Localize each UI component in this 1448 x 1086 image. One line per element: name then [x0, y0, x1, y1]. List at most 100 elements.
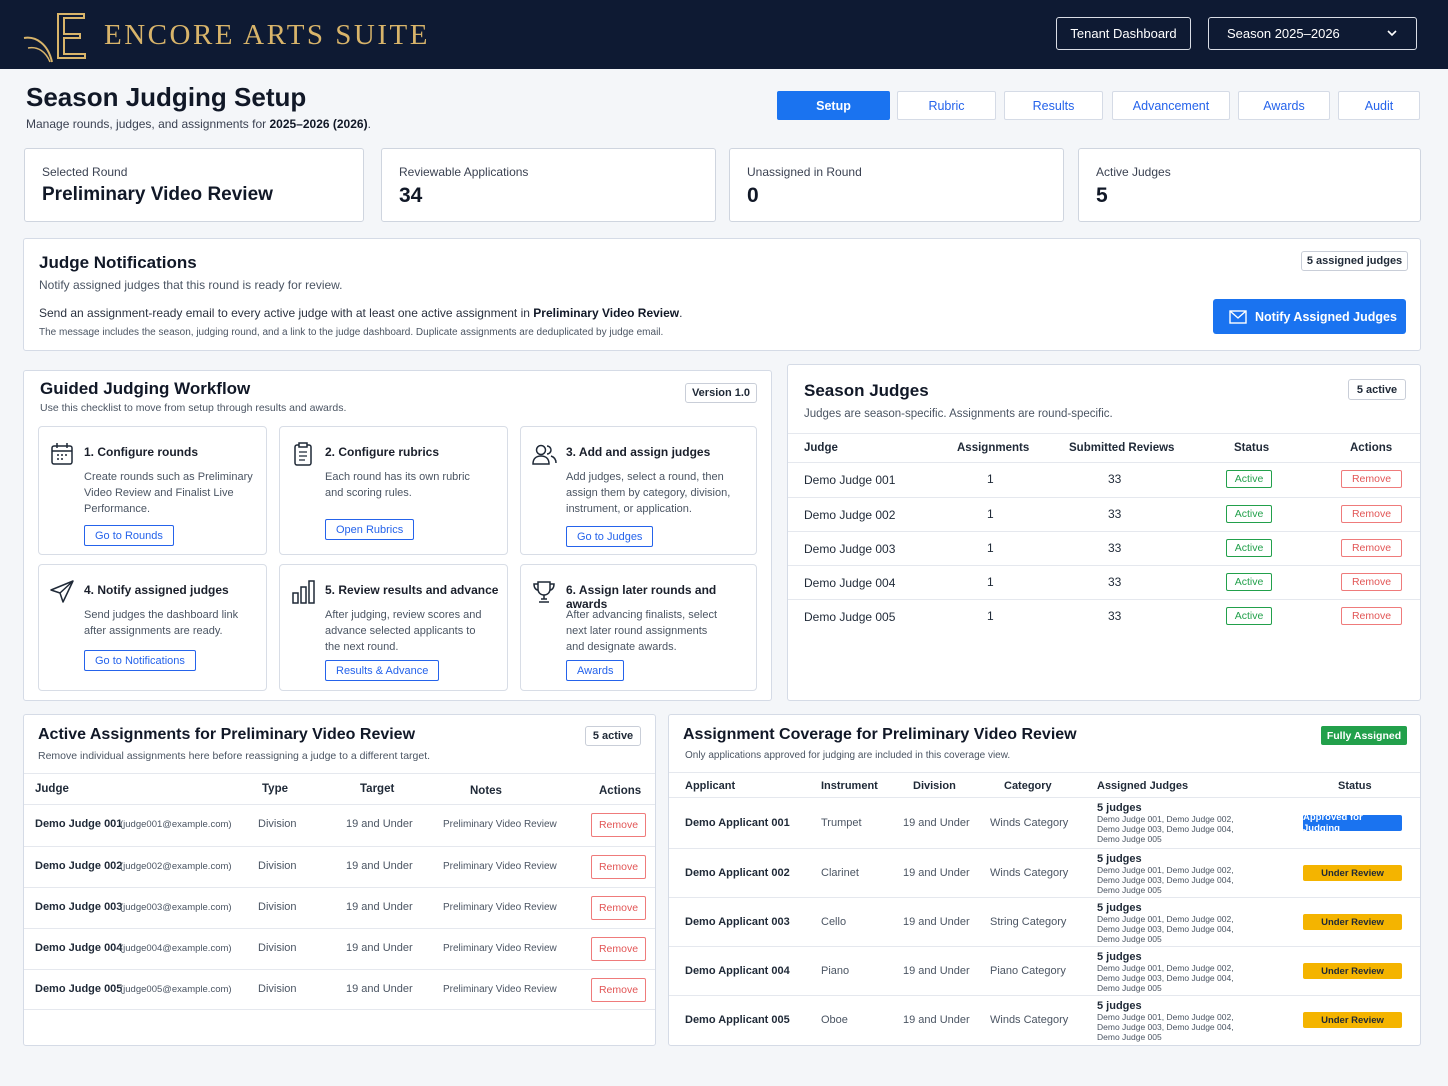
awards-button[interactable]: Awards [566, 660, 625, 681]
guided-workflow-panel: Guided Judging Workflow Use this checkli… [23, 370, 772, 701]
assignment-target: 19 and Under [346, 860, 413, 872]
remove-button[interactable]: Remove [1341, 539, 1402, 557]
tab-awards[interactable]: Awards [1238, 91, 1330, 120]
step-description: Create rounds such as Preliminary Video R… [84, 471, 253, 515]
assignment-notes: Preliminary Video Review [443, 819, 557, 830]
table-row: Demo Judge 001 (judge001@example.com) Di… [24, 805, 655, 846]
remove-assignment-button[interactable]: Remove [591, 937, 646, 961]
tab-audit[interactable]: Audit [1338, 91, 1420, 120]
submitted-count: 33 [1108, 507, 1122, 521]
workflow-version-badge: Version 1.0 [685, 383, 757, 403]
go-to-judges-button[interactable]: Go to Judges [566, 526, 654, 547]
status-badge: Active [1226, 505, 1272, 523]
judge-name: Demo Judge 005 [35, 983, 123, 995]
tab-setup[interactable]: Setup [777, 91, 890, 120]
assigned-judges-list: Demo Judge 001, Demo Judge 002, Demo Judg… [1097, 914, 1234, 944]
column-header: Target [360, 783, 395, 795]
calendar-icon [51, 443, 73, 465]
workflow-step-2: 2. Configure rubrics Each round has its … [279, 426, 508, 555]
stat-selected-round: Selected Round Preliminary Video Review [24, 148, 364, 222]
remove-assignment-button[interactable]: Remove [591, 813, 646, 837]
column-header: Assigned Judges [1097, 780, 1189, 792]
assignment-target: 19 and Under [346, 983, 413, 995]
judge-email: (judge005@example.com) [120, 984, 232, 995]
instrument: Cello [821, 916, 847, 928]
stat-reviewable-applications: Reviewable Applications 34 [381, 148, 716, 222]
tab-rubric[interactable]: Rubric [897, 91, 996, 120]
season-judges-badge: 5 active [1348, 379, 1406, 400]
results-advance-button[interactable]: Results & Advance [325, 660, 440, 681]
instrument: Trumpet [821, 817, 862, 829]
top-bar: ENCORE ARTS SUITE Tenant Dashboard Seaso… [0, 0, 1448, 69]
notifications-title: Judge Notifications [39, 253, 197, 272]
column-header: Type [262, 783, 288, 795]
workflow-subtitle: Use this checklist to move from setup th… [40, 402, 347, 414]
submitted-count: 33 [1108, 575, 1122, 589]
season-select[interactable]: Season 2025–2026 [1208, 17, 1417, 50]
users-icon [532, 444, 557, 465]
assignment-notes: Preliminary Video Review [443, 861, 557, 872]
division: 19 and Under [903, 867, 970, 879]
stat-value: 34 [399, 184, 423, 207]
bar-chart-icon [292, 580, 315, 604]
assignment-count: 1 [987, 609, 994, 623]
remove-button[interactable]: Remove [1341, 505, 1402, 523]
remove-assignment-button[interactable]: Remove [591, 978, 646, 1002]
category: Winds Category [990, 817, 1069, 829]
tab-advancement[interactable]: Advancement [1112, 91, 1230, 120]
remove-assignment-button[interactable]: Remove [591, 896, 646, 920]
column-header: Assignments [957, 442, 1030, 454]
column-header: Submitted Reviews [1069, 442, 1175, 454]
notifications-body: Send an assignment-ready email to every … [39, 306, 683, 320]
remove-button[interactable]: Remove [1341, 607, 1402, 625]
stat-label: Unassigned in Round [747, 165, 862, 179]
status-badge: Under Review [1303, 865, 1402, 881]
go-to-rounds-button[interactable]: Go to Rounds [84, 525, 174, 546]
submitted-count: 33 [1108, 609, 1122, 623]
notify-assigned-judges-button[interactable]: Notify Assigned Judges [1213, 299, 1406, 334]
category: Winds Category [990, 867, 1069, 879]
clipboard-icon [294, 442, 312, 466]
status-badge: Under Review [1303, 1012, 1402, 1028]
status-badge: Active [1226, 539, 1272, 557]
assignment-count: 1 [987, 541, 994, 555]
column-header: Instrument [821, 780, 878, 792]
status-badge: Active [1226, 607, 1272, 625]
workflow-step-1: 1. Configure rounds Create rounds such a… [38, 426, 267, 555]
tab-results[interactable]: Results [1004, 91, 1103, 120]
open-rubrics-button[interactable]: Open Rubrics [325, 519, 415, 540]
assignment-count: 1 [987, 575, 994, 589]
notifications-subtitle: Notify assigned judges that this round i… [39, 278, 343, 292]
division: 19 and Under [903, 1014, 970, 1026]
brand-name: ENCORE ARTS SUITE [104, 19, 430, 51]
notify-button-label: Notify Assigned Judges [1255, 309, 1397, 324]
stat-active-judges: Active Judges 5 [1078, 148, 1421, 222]
active-assignments-subtitle: Remove individual assignments here befor… [38, 750, 431, 762]
assignment-target: 19 and Under [346, 818, 413, 830]
column-header: Judge [804, 442, 838, 454]
column-header: Actions [599, 785, 642, 797]
assigned-judges-count: 5 judges [1097, 1000, 1142, 1012]
remove-button[interactable]: Remove [1341, 470, 1402, 488]
assigned-judges-badge: 5 assigned judges [1301, 251, 1408, 271]
table-row: Demo Applicant 005 Oboe 19 and Under Win… [669, 995, 1420, 1044]
go-to-notifications-button[interactable]: Go to Notifications [84, 650, 196, 671]
remove-button[interactable]: Remove [1341, 573, 1402, 591]
category: String Category [990, 916, 1067, 928]
chevron-down-icon [1387, 30, 1397, 37]
judge-email: (judge001@example.com) [120, 819, 232, 830]
submitted-count: 33 [1108, 472, 1122, 486]
judge-notifications-panel: Judge Notifications Notify assigned judg… [23, 238, 1421, 351]
assignment-type: Division [258, 818, 297, 830]
page-subtitle: Manage rounds, judges, and assignments f… [26, 117, 371, 131]
assignment-coverage-panel: Assignment Coverage for Preliminary Vide… [668, 714, 1421, 1046]
remove-assignment-button[interactable]: Remove [591, 855, 646, 879]
status-badge: Approved for Judging [1303, 812, 1402, 834]
tenant-dashboard-button[interactable]: Tenant Dashboard [1056, 17, 1191, 50]
workflow-step-6: 6. Assign later rounds and awards After … [520, 564, 757, 691]
step-description: After judging, review scores and advance … [325, 609, 482, 653]
applicant-name: Demo Applicant 002 [685, 867, 790, 879]
season-select-value: Season 2025–2026 [1227, 26, 1340, 41]
category: Piano Category [990, 965, 1066, 977]
assignment-type: Division [258, 860, 297, 872]
